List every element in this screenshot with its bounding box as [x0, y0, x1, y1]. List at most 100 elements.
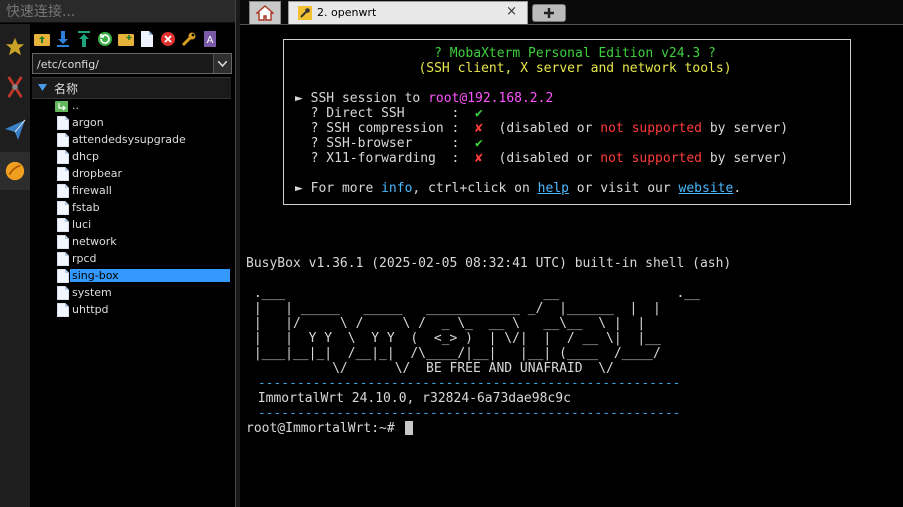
file-name: sing-box — [70, 269, 230, 282]
ascii-art-line: |___|__|_| /__|_| /\____/|__| |__| (____… — [246, 346, 661, 361]
path-input[interactable] — [35, 55, 215, 73]
version-line: ImmortalWrt 24.10.0, r32824-6a73dae98c9c — [250, 391, 571, 406]
refresh-icon — [97, 32, 112, 46]
file-icon — [57, 133, 69, 147]
check-mark-icon: ✔ — [475, 106, 483, 121]
ascii-art-line: .___ __ .__ — [246, 286, 700, 301]
file-name: system — [72, 286, 112, 299]
upload-button[interactable] — [73, 28, 94, 50]
path-dropdown-button[interactable] — [213, 54, 231, 73]
file-name: attendedsysupgrade — [72, 133, 186, 146]
new-folder-icon — [117, 34, 134, 46]
wrench-tab-icon — [298, 6, 312, 20]
text-icon: A — [203, 31, 216, 47]
file-name: fstab — [72, 201, 100, 214]
file-icon — [57, 167, 69, 181]
info-line: ► For more info, ctrl+click on help or v… — [295, 181, 742, 196]
text-mode-button[interactable]: A — [199, 28, 220, 50]
file-row[interactable]: firewall — [32, 183, 231, 200]
feature-label: ? SSH-browser : — [295, 136, 476, 151]
file-column-header[interactable]: 名称 — [32, 77, 231, 99]
file-name: dropbear — [72, 167, 122, 180]
ascii-art-line: \/ \/ BE FREE AND UNAFRAID \/ — [246, 361, 614, 376]
file-row[interactable]: network — [32, 234, 231, 251]
website-link[interactable]: website — [679, 181, 734, 196]
paper-plane-icon — [5, 119, 26, 140]
file-icon — [57, 252, 69, 266]
delete-button[interactable] — [157, 28, 178, 50]
home-icon — [256, 5, 274, 21]
banner-title: ? MobaXterm Personal Edition v24.3 ? — [434, 46, 716, 61]
file-row[interactable]: rpcd — [32, 251, 231, 268]
info-text: info — [381, 181, 413, 196]
sessions-star-button[interactable] — [0, 28, 30, 66]
file-row[interactable]: dhcp — [32, 149, 231, 166]
file-row[interactable]: attendedsysupgrade — [32, 132, 231, 149]
file-row[interactable]: luci — [32, 217, 231, 234]
feature-label: ? X11-forwarding : — [295, 151, 476, 166]
new-folder-button[interactable] — [115, 28, 136, 50]
file-icon — [57, 116, 69, 130]
download-icon — [56, 31, 69, 47]
file-row[interactable]: argon — [32, 115, 231, 132]
file-name: luci — [72, 218, 92, 231]
file-row[interactable]: fstab — [32, 200, 231, 217]
new-file-button[interactable] — [136, 28, 157, 50]
file-name: argon — [72, 116, 104, 129]
file-icon — [57, 303, 69, 317]
sftp-browser-button[interactable] — [0, 152, 30, 190]
upload-icon — [77, 31, 90, 47]
quick-connect-input[interactable] — [4, 2, 234, 21]
globe-icon — [5, 161, 25, 181]
banner-subtitle: (SSH client, X server and network tools) — [418, 61, 732, 76]
refresh-button[interactable] — [94, 28, 115, 50]
folder-up-icon — [33, 34, 50, 46]
sftp-toolbar: A — [31, 28, 235, 52]
ascii-art-line: | |/ \ / \ / _ \_ __ \ __\__ \ | | — [246, 316, 646, 331]
file-icon — [57, 269, 69, 283]
ssh-feature-row: ? Direct SSH : ✔ — [295, 106, 483, 121]
file-row[interactable]: uhttpd — [32, 302, 231, 319]
parent-directory-row[interactable]: .. — [32, 98, 231, 115]
dash-line-bottom: ----------------------------------------… — [250, 406, 681, 421]
file-row[interactable]: sing-box — [32, 268, 231, 285]
download-button[interactable] — [52, 28, 73, 50]
feature-label: ? Direct SSH : — [295, 106, 476, 121]
file-name: rpcd — [72, 252, 97, 265]
file-name: network — [72, 235, 117, 248]
session-host: root@192.168.2.2 — [428, 91, 554, 106]
tab-openwrt[interactable]: 2. openwrt × — [288, 1, 528, 24]
path-combobox[interactable] — [32, 53, 232, 74]
plus-icon — [544, 8, 554, 18]
tools-icon — [7, 76, 23, 98]
file-row[interactable]: system — [32, 285, 231, 302]
tab-home[interactable] — [249, 1, 281, 24]
file-icon — [57, 235, 69, 249]
shell-prompt: root@ImmortalWrt:~# — [246, 421, 403, 436]
new-tab-button[interactable] — [532, 4, 566, 22]
sort-triangle-icon — [38, 84, 47, 91]
cross-mark-icon: ✘ — [475, 151, 483, 166]
help-link[interactable]: help — [538, 181, 569, 196]
busybox-line: BusyBox v1.36.1 (2025-02-05 08:32:41 UTC… — [246, 256, 732, 271]
ascii-art-line: | | Y Y \ Y Y ( <_> ) | \/| | / __ \| |_… — [246, 331, 661, 346]
properties-button[interactable] — [178, 28, 199, 50]
file-icon — [57, 218, 69, 232]
wrench-icon — [181, 32, 195, 47]
delete-icon — [160, 32, 175, 46]
terminal-cursor — [405, 421, 413, 435]
ascii-art-line: | | _____ _____ ____________ _/ |______ … — [246, 301, 661, 316]
sidebar-tab-strip — [0, 24, 31, 507]
dash-line-top: ----------------------------------------… — [250, 376, 681, 391]
file-icon — [57, 286, 69, 300]
ssh-feature-row: ? SSH compression : ✘ (disabled or not s… — [295, 121, 789, 136]
ssh-session-line: ► SSH session to root@192.168.2.2 — [295, 91, 554, 106]
tab-close-button[interactable]: × — [506, 4, 517, 19]
file-icon — [57, 150, 69, 164]
tools-button[interactable] — [0, 68, 30, 106]
svg-text:A: A — [206, 35, 213, 46]
parent-folder-button[interactable] — [31, 28, 52, 50]
feature-label: ? SSH compression : — [295, 121, 476, 136]
sftp-send-button[interactable] — [0, 110, 30, 148]
file-row[interactable]: dropbear — [32, 166, 231, 183]
